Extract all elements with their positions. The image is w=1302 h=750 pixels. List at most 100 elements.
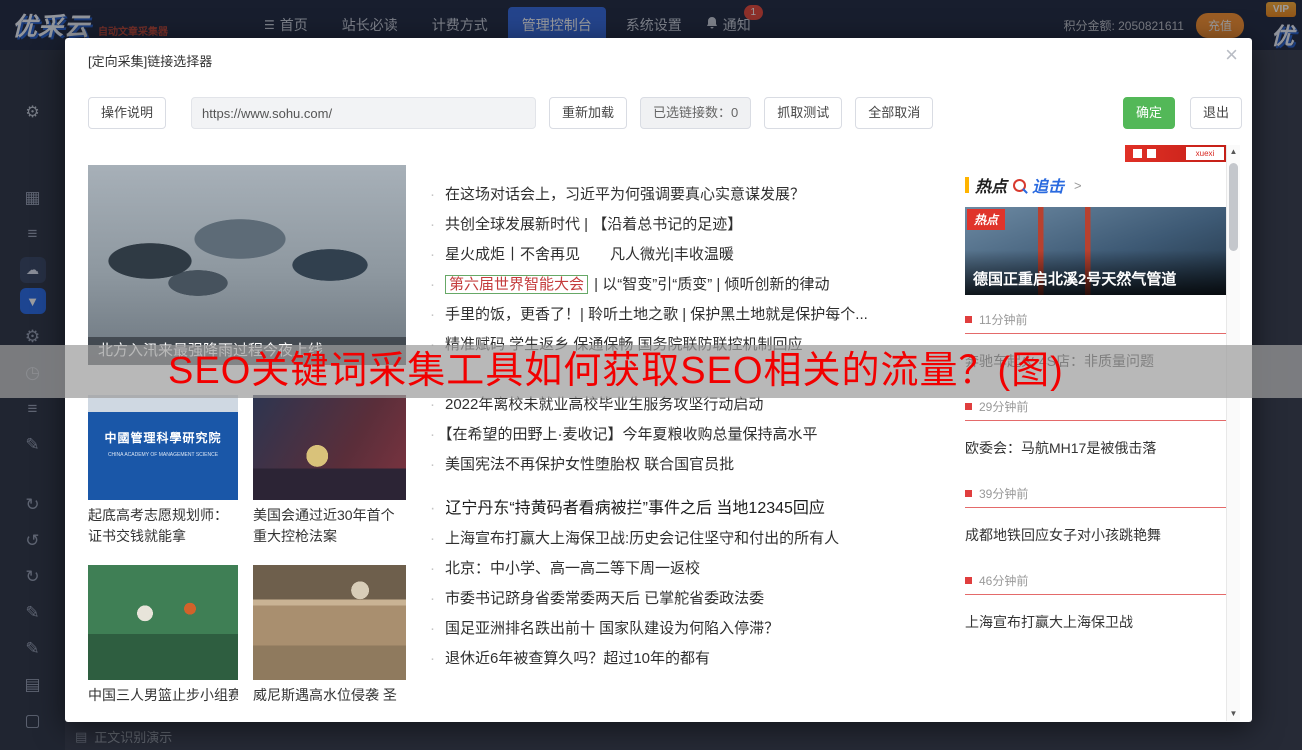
bullet-icon: ·: [430, 246, 435, 263]
headline-text: 手里的饭，更香了！| 聆听土地之歌 | 保护黑土地就是保护每个...: [445, 306, 868, 323]
modal-toolbar: 操作说明 重新加载 已选链接数：0 抓取测试 全部取消 确定 退出: [65, 97, 1252, 129]
thumbnail-venice[interactable]: [253, 565, 406, 680]
institute-name: 中國管理科學研究院: [88, 429, 238, 446]
thumbnail-caption[interactable]: 中国三人男篮止步小组赛: [88, 685, 238, 706]
url-input[interactable]: [191, 97, 536, 129]
headline-text: 在这场对话会上，习近平为何强调要真心实意谋发展？: [445, 186, 805, 203]
hot-news-item[interactable]: 29分钟前 欧委会：马航MH17是被俄击落: [965, 390, 1226, 477]
institute-sign: 中國管理科學研究院 CHINA ACADEMY OF MANAGEMENT SC…: [88, 429, 238, 458]
fetch-test-button[interactable]: 抓取测试: [764, 97, 842, 129]
divider: [965, 507, 1226, 508]
bullet-icon: ·: [430, 590, 435, 607]
bullet-icon: ·: [430, 456, 435, 473]
highlighted-link[interactable]: 第六届世界智能大会: [445, 275, 588, 294]
timestamp: 29分钟前: [965, 398, 1226, 414]
modal-header: [定向采集]链接选择器 ×: [65, 38, 1252, 78]
divider: [965, 594, 1226, 595]
hot-news-title[interactable]: 上海宣布打赢大上海保卫战: [965, 612, 1226, 632]
headline-link[interactable]: · 星火成炬丨不舍再见 凡人微光|丰收温暖: [430, 240, 970, 270]
headline-text: 市委书记跻身省委常委两天后 已掌舵省委政法委: [445, 590, 764, 607]
chevron-right-icon[interactable]: >: [1074, 178, 1082, 193]
hot-header-prefix: 热点: [975, 173, 1007, 197]
watermark-overlay: SEO关键词采集工具如何获取SEO相关的流量？(图): [0, 345, 1302, 398]
headline-text: 星火成炬丨不舍再见 凡人微光|丰收温暖: [445, 246, 734, 263]
thumbnail-caption[interactable]: 美国会通过近30年首个重大控枪法案: [253, 505, 406, 547]
hot-news-title[interactable]: 欧委会：马航MH17是被俄击落: [965, 438, 1226, 458]
headline-list: · 在这场对话会上，习近平为何强调要真心实意谋发展？ · 共创全球发展新时代 | 【…: [430, 180, 970, 674]
hot-news-item[interactable]: 39分钟前 成都地铁回应女子对小孩跳艳舞: [965, 477, 1226, 564]
thumbnail-institute[interactable]: 中國管理科學研究院 CHINA ACADEMY OF MANAGEMENT SC…: [88, 395, 238, 500]
bullet-icon: ·: [430, 396, 435, 413]
scroll-up-icon[interactable]: ▲: [1227, 145, 1240, 159]
headline-link[interactable]: ·第六届世界智能大会 | 以“智变”引“质变” | 倾听创新的律动: [430, 270, 970, 300]
bullet-icon: ·: [430, 306, 435, 323]
timestamp-text: 11分钟前: [979, 311, 1027, 328]
thumbnail-caption[interactable]: 威尼斯遇高水位侵袭 圣: [253, 685, 406, 706]
timestamp-text: 39分钟前: [979, 485, 1028, 502]
selected-count-display: 已选链接数：0: [640, 97, 751, 129]
headline-text: 美国宪法不再保护女性堕胎权 联合国官员批: [445, 456, 734, 473]
hot-news-title[interactable]: 成都地铁回应女子对小孩跳艳舞: [965, 525, 1226, 545]
hot-news-header[interactable]: 热点 追击 >: [965, 173, 1082, 197]
main-photo[interactable]: 北方入汛来最强降雨过程今夜上线: [88, 165, 406, 365]
app-root: 优采云 自动文章采集器 ☰首页 站长必读 计费方式 管理控制台 系统设置 通知 …: [0, 0, 1302, 750]
headline-link[interactable]: ·上海宣布打赢大上海保卫战:历史会记住坚守和付出的所有人: [430, 524, 970, 554]
accent-bar: [965, 177, 969, 193]
square-bullet-icon: [965, 577, 972, 584]
bullet-icon: ·: [430, 276, 435, 293]
divider: [965, 333, 1226, 334]
help-button[interactable]: 操作说明: [88, 97, 166, 129]
square-bullet-icon: [965, 316, 972, 323]
cancel-all-button[interactable]: 全部取消: [855, 97, 933, 129]
headline-link[interactable]: · 手里的饭，更香了！| 聆听土地之歌 | 保护黑土地就是保护每个...: [430, 300, 970, 330]
divider: [965, 420, 1226, 421]
square-bullet-icon: [965, 490, 972, 497]
bullet-icon: ·: [430, 500, 435, 517]
headline-link[interactable]: · 市委书记跻身省委常委两天后 已掌舵省委政法委: [430, 584, 970, 614]
close-icon[interactable]: ×: [1225, 44, 1238, 66]
thumbnail-basketball[interactable]: [88, 565, 238, 680]
hot-news-image[interactable]: 热点 德国正重启北溪2号天然气管道: [965, 207, 1226, 295]
headline-text: 国足亚洲排名跌出前十 国家队建设为何陷入停滞？: [445, 620, 779, 637]
headline-link[interactable]: ·退休近6年被查算久吗？超过10年的都有: [430, 644, 970, 674]
headline-text: 辽宁丹东“持黄码者看病被拦”事件之后 当地12345回应: [445, 500, 825, 517]
headline-link[interactable]: · 【在希望的田野上·麦收记】今年夏粮收购总量保持高水平: [430, 420, 970, 450]
headline-text: 北京：中小学、高一高二等下周一返校: [445, 560, 700, 577]
timestamp: 39分钟前: [965, 485, 1226, 501]
headline-link[interactable]: · 共创全球发展新时代 | 【沿着总书记的足迹】: [430, 210, 970, 240]
embedded-webpage: xuexi 北方入汛来最强降雨过程今夜上线 · 在这场对话会上，习近平为何强调要真…: [88, 145, 1240, 721]
exit-button[interactable]: 退出: [1190, 97, 1242, 129]
timestamp-text: 29分钟前: [979, 398, 1028, 415]
timestamp: 46分钟前: [965, 572, 1226, 588]
thumbnail-caption[interactable]: 起底高考志愿规划师：证书交钱就能拿: [88, 505, 238, 547]
hot-header-suffix: 追击: [1032, 173, 1064, 197]
scrollbar-thumb[interactable]: [1229, 163, 1238, 251]
bullet-icon: ·: [430, 216, 435, 233]
reload-button[interactable]: 重新加载: [549, 97, 627, 129]
magnifier-icon: [1013, 179, 1026, 192]
headline-link[interactable]: · 在这场对话会上，习近平为何强调要真心实意谋发展？: [430, 180, 970, 210]
hot-badge: 热点: [967, 209, 1005, 230]
banner-label: xuexi: [1186, 147, 1224, 160]
headline-link[interactable]: ·北京：中小学、高一高二等下周一返校: [430, 554, 970, 584]
scroll-down-icon[interactable]: ▼: [1227, 707, 1240, 721]
headline-text: 退休近6年被查算久吗？超过10年的都有: [445, 650, 710, 667]
scrollbar[interactable]: ▲ ▼: [1226, 145, 1240, 721]
headline-link[interactable]: · 辽宁丹东“持黄码者看病被拦”事件之后 当地12345回应: [430, 494, 970, 524]
bullet-icon: ·: [430, 620, 435, 637]
timestamp: 11分钟前: [965, 311, 1226, 327]
headline-text: 【在希望的田野上·麦收记】今年夏粮收购总量保持高水平: [445, 426, 818, 443]
thumbnail-podium[interactable]: [253, 395, 406, 500]
timestamp-text: 46分钟前: [979, 572, 1028, 589]
bullet-icon: ·: [430, 426, 435, 443]
headline-link[interactable]: · 国足亚洲排名跌出前十 国家队建设为何陷入停滞？: [430, 614, 970, 644]
confirm-button[interactable]: 确定: [1123, 97, 1175, 129]
promo-banner[interactable]: xuexi: [1125, 145, 1226, 162]
institute-name-en: CHINA ACADEMY OF MANAGEMENT SCIENCE: [88, 452, 238, 458]
headline-text: 共创全球发展新时代 | 【沿着总书记的足迹】: [445, 216, 742, 233]
hot-news-item[interactable]: 46分钟前 上海宣布打赢大上海保卫战: [965, 564, 1226, 651]
sohu-page: xuexi 北方入汛来最强降雨过程今夜上线 · 在这场对话会上，习近平为何强调要真…: [88, 145, 1226, 721]
bullet-icon: ·: [430, 186, 435, 203]
headline-link[interactable]: · 美国宪法不再保护女性堕胎权 联合国官员批: [430, 450, 970, 480]
watermark-text: SEO关键词采集工具如何获取SEO相关的流量？(图): [0, 345, 1302, 398]
